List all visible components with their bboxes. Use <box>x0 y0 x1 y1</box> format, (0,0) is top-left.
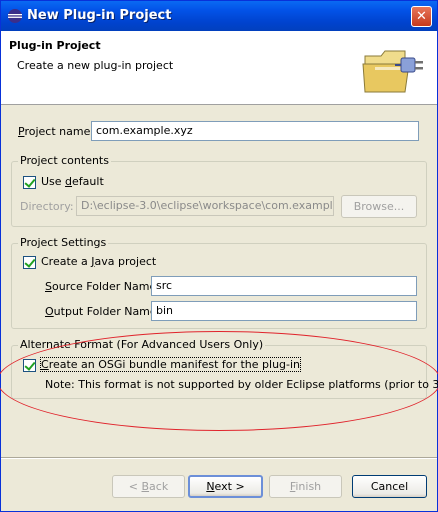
next-button[interactable]: Next > <box>188 475 263 498</box>
back-button[interactable]: < Back <box>112 475 185 498</box>
use-default-checkbox[interactable] <box>23 176 36 189</box>
project-contents-title: Project contents <box>18 154 111 167</box>
directory-input[interactable]: D:\eclipse-3.0\eclipse\workspace\com.exa… <box>76 196 334 216</box>
wizard-window: New Plug-in Project ✕ Plug-in Project Cr… <box>0 0 438 512</box>
page-description: Create a new plug-in project <box>17 59 174 72</box>
output-folder-label: Output Folder Name: <box>45 305 161 318</box>
eclipse-icon <box>8 9 22 23</box>
create-java-project-checkbox[interactable] <box>23 256 36 269</box>
project-name-label: Project name: <box>18 125 95 138</box>
close-button[interactable]: ✕ <box>411 6 432 27</box>
browse-button[interactable]: Browse... <box>341 195 417 218</box>
osgi-note: Note: This format is not supported by ol… <box>45 378 438 391</box>
use-default-label: Use default <box>41 175 104 188</box>
cancel-button[interactable]: Cancel <box>352 475 427 498</box>
alternate-format-title: Alternate Format (For Advanced Users Onl… <box>18 338 266 351</box>
osgi-manifest-label: Create an OSGi bundle manifest for the p… <box>39 357 302 372</box>
wizard-header: Plug-in Project Create a new plug-in pro… <box>1 31 437 105</box>
title-bar[interactable]: New Plug-in Project ✕ <box>1 1 437 31</box>
source-folder-label: Source Folder Name: <box>45 280 160 293</box>
osgi-manifest-checkbox[interactable] <box>23 359 36 372</box>
page-title: Plug-in Project <box>9 39 101 52</box>
button-separator <box>1 457 437 459</box>
output-folder-input[interactable]: bin <box>151 301 417 321</box>
source-folder-input[interactable]: src <box>151 276 417 296</box>
project-settings-title: Project Settings <box>18 236 109 249</box>
window-title: New Plug-in Project <box>27 8 172 23</box>
directory-label: Directory: <box>20 200 74 213</box>
project-name-input[interactable]: com.example.xyz <box>91 121 419 141</box>
create-java-project-label: Create a Java project <box>41 255 157 268</box>
folder-plug-icon <box>362 50 423 93</box>
finish-button[interactable]: Finish <box>269 475 342 498</box>
